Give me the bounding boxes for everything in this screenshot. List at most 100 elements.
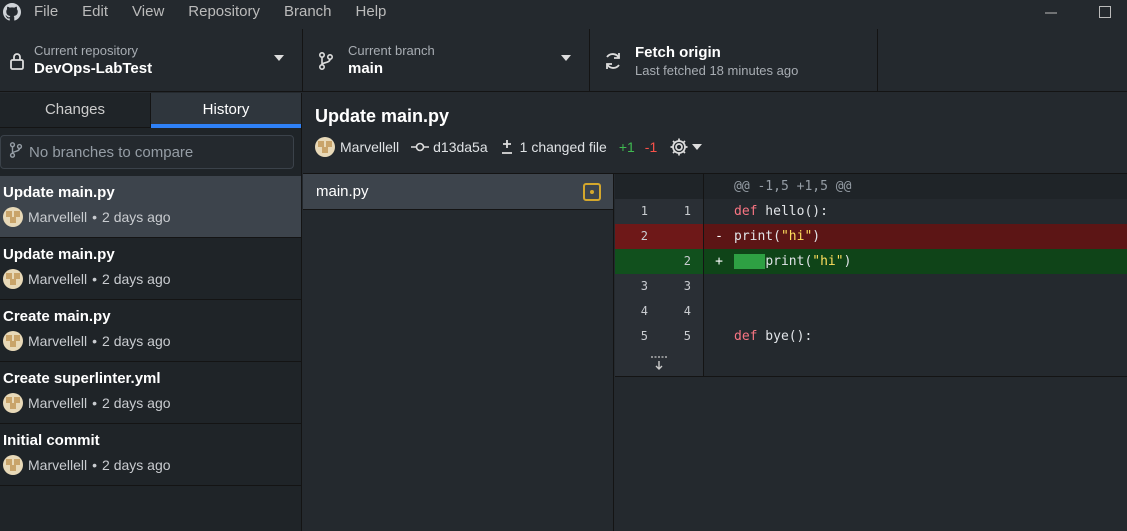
repository-name: DevOps-LabTest	[34, 59, 153, 77]
commit-item[interactable]: Update main.py Marvellell • 2 days ago	[0, 176, 301, 238]
history-sidebar: Changes History No branches to compare U…	[0, 93, 302, 531]
gear-icon	[669, 137, 689, 157]
commit-icon	[411, 141, 430, 153]
commit-author: Marvellell	[28, 271, 88, 287]
avatar	[3, 455, 23, 475]
current-repository-button[interactable]: Current repository DevOps-LabTest	[0, 29, 303, 92]
separator-dot: •	[92, 457, 98, 473]
changed-files-list: main.py	[303, 174, 614, 531]
diff-icon	[500, 139, 514, 155]
commit-item[interactable]: Update main.py Marvellell • 2 days ago	[0, 238, 301, 300]
commit-author: Marvellell	[28, 209, 88, 225]
new-line-number: 2	[660, 249, 704, 274]
chevron-down-icon	[274, 55, 284, 61]
commit-sha-chip[interactable]: d13da5a	[411, 139, 488, 155]
chevron-down-icon	[692, 144, 703, 150]
modified-icon	[583, 183, 601, 201]
code-text: def hello():	[734, 204, 828, 219]
whitespace-highlight	[734, 254, 766, 269]
commit-time: 2 days ago	[102, 271, 171, 287]
tab-changes[interactable]: Changes	[0, 93, 151, 127]
branch-name: main	[348, 59, 384, 77]
diff-sign: -	[715, 229, 723, 244]
old-line-number	[615, 249, 660, 274]
commit-item[interactable]: Create superlinter.yml Marvellell • 2 da…	[0, 362, 301, 424]
changed-files-chip: 1 changed file	[500, 139, 607, 155]
menu-branch[interactable]: Branch	[272, 0, 344, 24]
menu-view[interactable]: View	[120, 0, 176, 24]
expand-down-button[interactable]	[615, 349, 704, 376]
toolbar: Current repository DevOps-LabTest Curren…	[0, 29, 1127, 92]
commit-sha: d13da5a	[433, 139, 488, 155]
avatar	[315, 137, 335, 157]
file-name: main.py	[316, 183, 369, 200]
commit-time: 2 days ago	[102, 395, 171, 411]
diff-view: @@ -1,5 +1,5 @@ 1 1 def hello(): 2 - pri…	[615, 174, 1127, 531]
compare-placeholder: No branches to compare	[29, 143, 194, 161]
new-line-number: 1	[660, 199, 704, 224]
diff-line[interactable]: 1 1 def hello():	[615, 199, 1127, 224]
file-item[interactable]: main.py	[303, 174, 613, 210]
fetch-origin-button[interactable]: Fetch origin Last fetched 18 minutes ago	[590, 29, 878, 92]
branch-icon	[9, 141, 23, 164]
expand-down-icon	[649, 354, 669, 372]
diff-line[interactable]: 5 5 def bye():	[615, 324, 1127, 349]
deletions-count: -1	[644, 139, 658, 155]
diff-settings-button[interactable]	[669, 137, 703, 157]
separator-dot: •	[92, 271, 98, 287]
last-fetched-text: Last fetched 18 minutes ago	[635, 62, 799, 78]
hunk-header: @@ -1,5 +1,5 @@	[615, 174, 1127, 199]
title-bar: File Edit View Repository Branch Help	[0, 0, 1127, 24]
commit-list: Update main.py Marvellell • 2 days ago U…	[0, 176, 301, 486]
avatar	[3, 207, 23, 227]
commit-author: Marvellell	[340, 139, 400, 155]
new-line-number: 3	[660, 274, 704, 299]
compare-branch-input[interactable]: No branches to compare	[0, 135, 294, 169]
diff-line-added[interactable]: 2 + print("hi")	[615, 249, 1127, 274]
branch-icon	[303, 51, 348, 71]
commit-author: Marvellell	[28, 333, 88, 349]
separator-dot: •	[92, 395, 98, 411]
diff-line[interactable]: 3 3	[615, 274, 1127, 299]
commit-header: Update main.py Marvellell d13da5a 1 chan…	[303, 93, 1127, 174]
commit-detail: Update main.py Marvellell d13da5a 1 chan…	[303, 93, 1127, 531]
sidebar-tabs: Changes History	[0, 93, 301, 128]
commit-author-chip: Marvellell	[315, 137, 399, 157]
commit-author: Marvellell	[28, 395, 88, 411]
gutter-old	[615, 174, 660, 199]
commit-summary: Update main.py	[315, 106, 450, 126]
current-branch-button[interactable]: Current branch main	[303, 29, 590, 92]
minimize-button[interactable]	[1031, 0, 1071, 24]
branch-label: Current branch	[348, 42, 435, 58]
maximize-button[interactable]	[1085, 0, 1125, 24]
commit-item[interactable]: Create main.py Marvellell • 2 days ago	[0, 300, 301, 362]
menu-file[interactable]: File	[24, 0, 70, 24]
repository-label: Current repository	[34, 42, 139, 58]
tab-history[interactable]: History	[151, 93, 301, 128]
additions-count: +1	[618, 139, 635, 155]
new-line-number	[660, 224, 704, 249]
commit-author: Marvellell	[28, 457, 88, 473]
commit-title: Update main.py	[3, 246, 115, 263]
gutter-new	[660, 174, 704, 199]
commit-item[interactable]: Initial commit Marvellell • 2 days ago	[0, 424, 301, 486]
old-line-number: 4	[615, 299, 660, 324]
diff-line[interactable]: 4 4	[615, 299, 1127, 324]
separator-dot: •	[92, 333, 98, 349]
old-line-number: 3	[615, 274, 660, 299]
hunk-text: @@ -1,5 +1,5 @@	[734, 179, 852, 194]
avatar	[3, 393, 23, 413]
code-text: print("hi")	[734, 254, 851, 269]
menu-repository[interactable]: Repository	[176, 0, 272, 24]
menu-edit[interactable]: Edit	[70, 0, 120, 24]
commit-title: Initial commit	[3, 432, 100, 449]
separator-dot: •	[92, 209, 98, 225]
menu-help[interactable]: Help	[344, 0, 399, 24]
old-line-number: 1	[615, 199, 660, 224]
diff-line-deleted[interactable]: 2 - print("hi")	[615, 224, 1127, 249]
new-line-number: 5	[660, 324, 704, 349]
old-line-number: 2	[615, 224, 660, 249]
code-text: def bye():	[734, 329, 813, 344]
github-logo-icon	[0, 0, 24, 24]
new-line-number: 4	[660, 299, 704, 324]
